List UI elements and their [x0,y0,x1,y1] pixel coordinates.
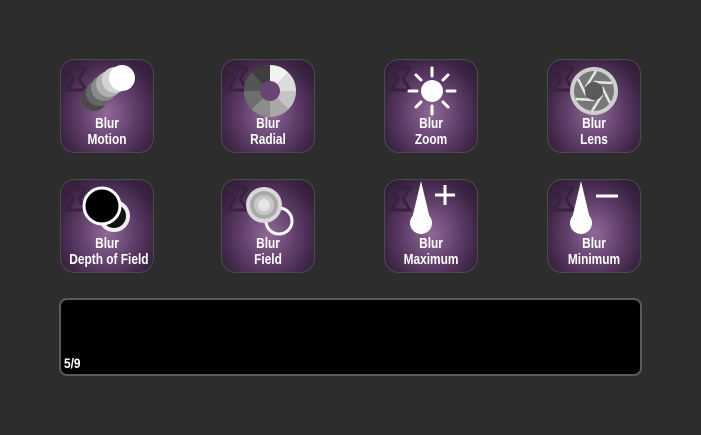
button-label-line1: Blur [582,236,606,252]
hourglass-logo-icon [225,186,250,212]
blur-field-button[interactable]: Blur Field [221,179,315,273]
hourglass-logo-icon [64,66,89,92]
button-label-line1: Blur [419,116,443,132]
button-label-line2: Radial [250,131,286,148]
blur-depth-of-field-button[interactable]: Blur Depth of Field [60,179,154,273]
button-label-line1: Blur [95,236,119,252]
blur-minimum-button[interactable]: Blur Minimum [547,179,641,273]
hourglass-logo-icon [551,186,576,212]
hourglass-logo-icon [551,66,576,92]
button-label-line2: Field [254,251,282,268]
button-label-line2: Zoom [414,131,448,148]
button-label-line2: Lens [580,131,608,148]
button-label-line1: Blur [256,236,280,252]
button-label-line1: Blur [256,116,280,132]
button-label-line2: Minimum [567,251,621,268]
info-display-panel: 5/9 [59,298,642,376]
blur-motion-button[interactable]: Blur Motion [60,59,154,153]
button-grid: Blur Motion Blur Radial Blur Zoom Blur L… [0,0,701,300]
button-label-line2: Depth of Field [69,251,149,268]
button-label-line2: Motion [87,131,127,148]
page-indicator: 5/9 [64,355,81,371]
button-label-line1: Blur [95,116,119,132]
button-label-line2: Maximum [403,251,459,268]
blur-lens-button[interactable]: Blur Lens [547,59,641,153]
hourglass-logo-icon [388,186,413,212]
blur-maximum-button[interactable]: Blur Maximum [384,179,478,273]
hourglass-logo-icon [388,66,413,92]
button-label-line1: Blur [582,116,606,132]
blur-radial-button[interactable]: Blur Radial [221,59,315,153]
blur-zoom-button[interactable]: Blur Zoom [384,59,478,153]
button-label-line1: Blur [419,236,443,252]
hourglass-logo-icon [225,66,250,92]
